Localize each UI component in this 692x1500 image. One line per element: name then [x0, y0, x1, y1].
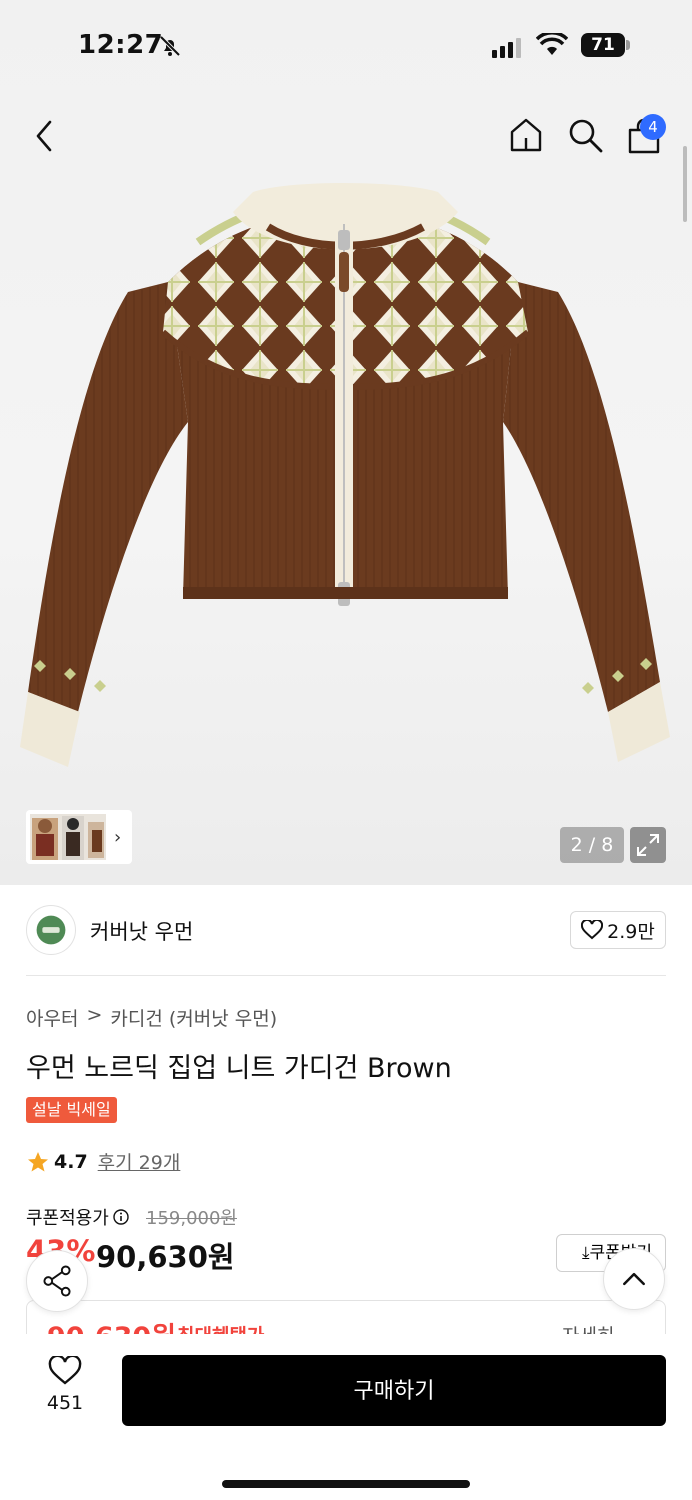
coupon-price-label: 쿠폰적용가 — [26, 1204, 129, 1230]
coupon-price-text: 쿠폰적용가 — [26, 1208, 109, 1229]
scrollbar[interactable] — [683, 146, 687, 222]
home-indicator — [222, 1480, 470, 1488]
wifi-icon — [536, 33, 568, 55]
breadcrumb-category[interactable]: 아우터 — [26, 1004, 78, 1031]
product-image — [20, 183, 670, 767]
heart-icon — [48, 1354, 82, 1385]
rating-score: 4.7 — [54, 1150, 88, 1173]
rating: 4.7 후기 29개 — [26, 1148, 180, 1175]
brand-name[interactable]: 커버낫 우먼 — [90, 916, 193, 946]
expand-icon[interactable] — [630, 827, 666, 863]
sale-tag: 설날 빅세일 — [26, 1097, 117, 1123]
signal-icon — [492, 36, 521, 58]
cart-count-badge: 4 — [640, 114, 666, 140]
scroll-top-button[interactable] — [603, 1248, 665, 1310]
brand-like-button[interactable]: 2.9만 — [570, 911, 666, 949]
original-price: 159,000원 — [146, 1208, 237, 1229]
bottom-action-bar: 451 구매하기 — [0, 1334, 692, 1500]
home-icon[interactable] — [508, 116, 544, 154]
breadcrumb-subcategory[interactable]: 카디건 (커버낫 우먼) — [110, 1004, 277, 1031]
battery-icon: 71 — [581, 33, 625, 57]
chevron-right-icon: › — [114, 826, 122, 848]
wishlist-button[interactable]: 451 — [40, 1354, 90, 1414]
wishlist-count: 451 — [46, 1392, 84, 1414]
product-title: 우먼 노르딕 집업 니트 가디건 Brown — [26, 1053, 452, 1084]
back-button[interactable] — [30, 118, 60, 154]
info-icon[interactable] — [113, 1209, 129, 1225]
search-icon[interactable] — [567, 117, 605, 155]
brand-logo[interactable] — [26, 905, 76, 955]
buy-button[interactable]: 구매하기 — [122, 1355, 666, 1426]
thumbnail-strip[interactable]: › — [26, 810, 132, 864]
final-price: 90,630원 — [96, 1240, 235, 1274]
image-counter: 2 / 8 — [560, 827, 624, 863]
breadcrumb-separator: > — [86, 1004, 103, 1026]
breadcrumb: 아우터 > 카디건 (커버낫 우먼) — [26, 1004, 277, 1031]
battery-tip — [626, 40, 630, 50]
divider — [26, 975, 666, 976]
brand-like-count: 2.9만 — [607, 920, 655, 943]
heart-icon — [581, 920, 604, 940]
star-icon — [28, 1151, 48, 1171]
reviews-link[interactable]: 후기 29개 — [98, 1148, 181, 1175]
product-gallery[interactable]: 12:27 71 4 › 2 / 8 — [0, 0, 692, 885]
share-button[interactable] — [26, 1250, 88, 1312]
thumbnail-images — [30, 814, 106, 860]
bell-off-icon — [159, 35, 181, 57]
status-time: 12:27 — [78, 30, 164, 60]
